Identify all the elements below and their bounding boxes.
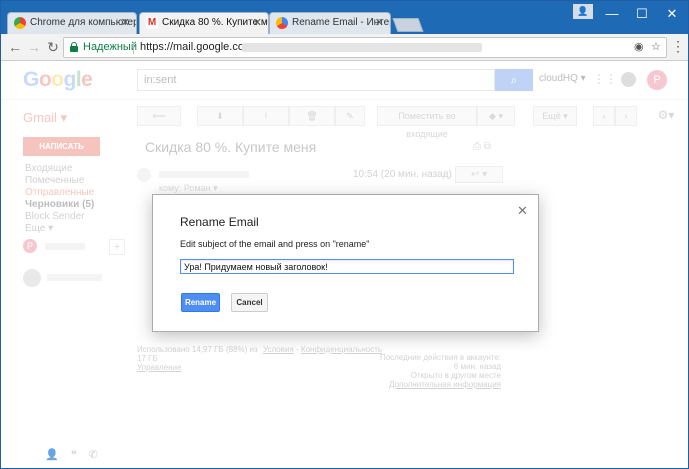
tab-close-icon[interactable]: ✕ xyxy=(375,13,384,33)
tab-strip: Chrome для компьютер ✕ M Скидка 80 %. Ку… xyxy=(1,1,688,34)
tab-chrome[interactable]: Chrome для компьютер ✕ xyxy=(7,12,137,34)
divider xyxy=(133,42,134,54)
bookmark-star-icon[interactable]: ☆ xyxy=(651,38,661,57)
dialog-title: Rename Email xyxy=(180,215,259,229)
eye-icon[interactable]: ◉ xyxy=(634,38,644,57)
url-redacted xyxy=(242,43,482,52)
cancel-button[interactable]: Cancel xyxy=(231,293,268,312)
profile-icon[interactable]: 👤 xyxy=(573,4,593,19)
tab-close-icon[interactable]: ✕ xyxy=(253,13,262,33)
rename-button[interactable]: Rename xyxy=(181,293,220,312)
tab-gmail[interactable]: M Скидка 80 %. Купите ме ✕ xyxy=(139,12,269,34)
browser-menu-icon[interactable]: ⋮ xyxy=(671,37,685,55)
dialog-description: Edit subject of the email and press on "… xyxy=(180,239,370,249)
url-text: https://mail.google.com xyxy=(140,41,254,53)
browser-window: Chrome для компьютер ✕ M Скидка 80 %. Ку… xyxy=(0,0,689,469)
subject-input[interactable] xyxy=(180,259,514,274)
address-bar[interactable]: Надежный https://mail.google.com ◉ ☆ xyxy=(63,37,667,58)
minimize-icon[interactable]: — xyxy=(597,5,627,23)
new-tab-button[interactable] xyxy=(392,18,424,32)
forward-icon[interactable]: → xyxy=(26,39,42,55)
chrome-icon xyxy=(14,17,26,29)
close-icon[interactable]: ✕ xyxy=(657,5,687,23)
tab-rename-email[interactable]: Rename Email - Интерн ✕ xyxy=(269,12,391,34)
back-icon[interactable]: ← xyxy=(7,39,23,55)
maximize-icon[interactable]: ☐ xyxy=(627,5,657,23)
tab-close-icon[interactable]: ✕ xyxy=(121,13,130,33)
close-icon[interactable]: ✕ xyxy=(517,203,528,219)
chrome-webstore-icon xyxy=(276,17,288,29)
gmail-icon: M xyxy=(146,17,158,29)
lock-icon xyxy=(70,42,78,52)
reload-icon[interactable]: ↻ xyxy=(45,39,61,55)
browser-toolbar: ← → ↻ Надежный https://mail.google.com ◉… xyxy=(1,34,688,61)
secure-label: Надежный xyxy=(83,41,137,53)
rename-email-dialog: ✕ Rename Email Edit subject of the email… xyxy=(152,194,539,332)
